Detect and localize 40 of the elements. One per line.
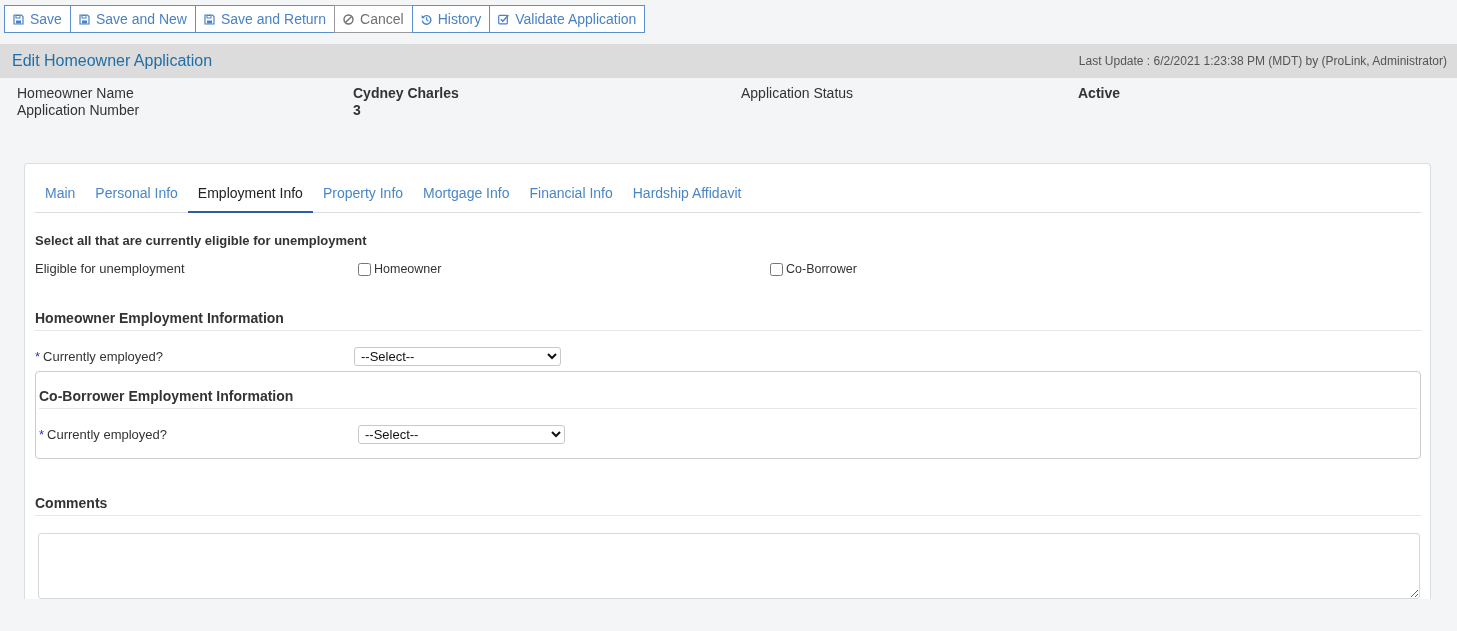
- dropdown-field[interactable]: --Select--: [358, 424, 565, 444]
- checkbox-label: Co-Borrower: [786, 261, 857, 278]
- field-value: Active: [1078, 85, 1122, 102]
- last-update-text: Last Update : 6/2/2021 1:23:38 PM (MDT) by (ProLink, Administrator): [1078, 53, 1447, 70]
- field-label: Currently employed?: [47, 426, 167, 442]
- checkbox[interactable]: [770, 262, 783, 276]
- required-mark: *: [35, 348, 41, 364]
- checkbox-tick-icon: [498, 13, 510, 25]
- toolbar-button[interactable]: Save and New: [69, 5, 196, 33]
- toolbar-button[interactable]: History: [411, 5, 491, 33]
- tab[interactable]: Property Info: [312, 175, 414, 213]
- field-label: Currently employed?: [43, 348, 163, 364]
- field-value: Cydney Charles: [353, 85, 460, 102]
- tab[interactable]: Mortgage Info: [413, 175, 520, 213]
- section-heading: Homeowner Employment Information: [35, 307, 1421, 331]
- tab[interactable]: Main: [35, 175, 86, 213]
- section-heading: Co-Borrower Employment Information: [39, 385, 1417, 409]
- tab[interactable]: Financial Info: [519, 175, 623, 213]
- field-label: Homeowner Name: [17, 85, 135, 102]
- field-label: Eligible for unemployment: [35, 260, 186, 279]
- toolbar-button[interactable]: Save and Return: [195, 5, 336, 33]
- field-label: Application Status: [741, 85, 855, 102]
- checkbox-label: Homeowner: [374, 261, 442, 278]
- cancel-icon: [343, 13, 355, 25]
- field-value: 3: [353, 102, 362, 119]
- page-title: Edit Homeowner Application: [12, 51, 213, 71]
- tab[interactable]: Hardship Affidavit: [622, 175, 752, 213]
- toolbar-button[interactable]: Cancel: [334, 5, 413, 33]
- tab[interactable]: Personal Info: [85, 175, 188, 213]
- section-heading: Comments: [35, 492, 1421, 516]
- toolbar-button[interactable]: Validate Application: [489, 5, 646, 33]
- toolbar-button[interactable]: Save: [4, 5, 71, 33]
- history-icon: [420, 13, 432, 25]
- field-label: Application Number: [17, 102, 141, 119]
- tab[interactable]: Employment Info: [187, 175, 313, 213]
- required-mark: *: [39, 426, 45, 442]
- comments-field[interactable]: [38, 532, 1420, 599]
- checkbox[interactable]: [358, 262, 371, 276]
- dropdown-field[interactable]: --Select--: [354, 346, 561, 366]
- instruction-text: Select all that are currently eligible for unemployment: [35, 232, 368, 250]
